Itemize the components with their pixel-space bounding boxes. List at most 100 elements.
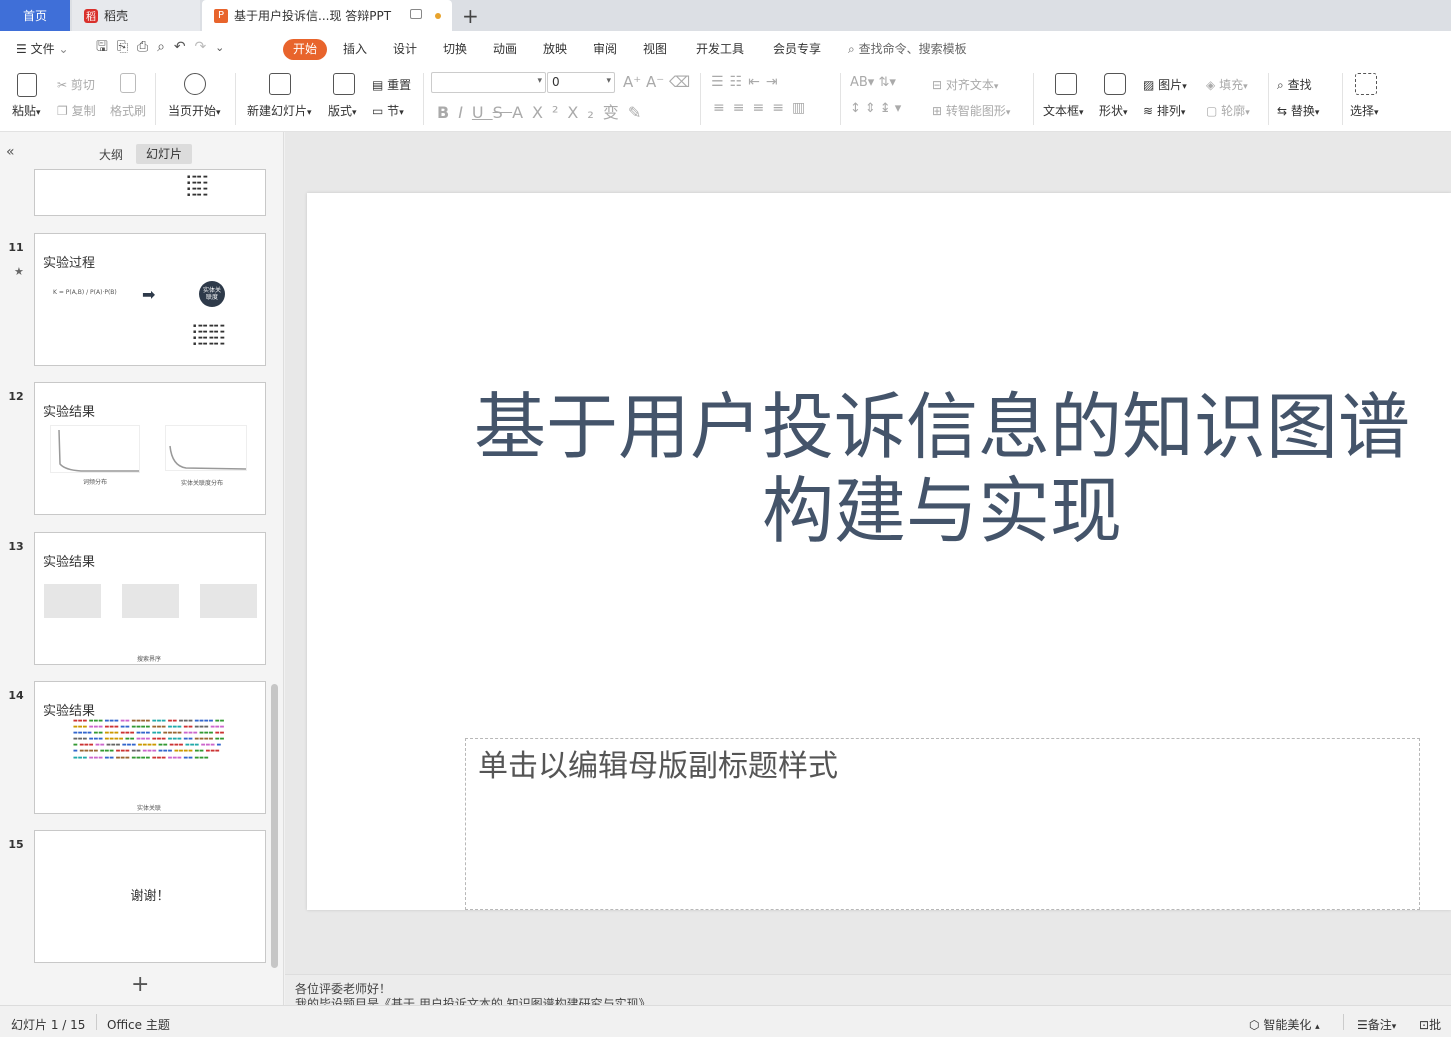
tab-animation[interactable]: 动画 (493, 41, 517, 57)
align-right-icon[interactable]: ≡ (752, 100, 772, 116)
picture-button[interactable]: ▨ 图片▾ (1143, 76, 1187, 93)
text-direction-icon[interactable]: AB▾ (850, 75, 874, 90)
tab-view[interactable]: 视图 (643, 41, 667, 57)
tab-daoke-label: 稻壳 (104, 9, 129, 23)
select-button[interactable]: 选择▾ (1350, 102, 1379, 119)
preview-icon[interactable]: ⌕ (157, 39, 165, 55)
underline-icon[interactable]: U (472, 103, 493, 122)
shape-button[interactable]: 形状▾ (1099, 102, 1128, 119)
slide-title-line: 构建与实现 (761, 469, 1122, 553)
tab-start[interactable]: 开始 (283, 39, 327, 60)
print-icon[interactable]: ⎙ (137, 39, 148, 55)
tab-design[interactable]: 设计 (393, 41, 417, 57)
slide-number: 14 (8, 689, 24, 702)
notes-toggle-button[interactable]: ☰备注▾ (1357, 1016, 1396, 1033)
add-slide-button[interactable]: + (131, 974, 149, 996)
tab-developer[interactable]: 开发工具 (696, 41, 744, 57)
tab-document[interactable]: P 基于用户投诉信...现 答辩PPT (202, 0, 452, 31)
smart-beautify-button[interactable]: ⬡ 智能美化 ▴ (1249, 1016, 1320, 1033)
start-from-current-button[interactable]: 当页开始▾ (168, 102, 221, 119)
italic-icon[interactable]: I (458, 103, 472, 122)
tab-insert[interactable]: 插入 (343, 41, 367, 57)
tab-review[interactable]: 审阅 (593, 41, 617, 57)
align-center-icon[interactable]: ≡ (733, 100, 753, 116)
thumb-center-text: 谢谢！ (130, 889, 170, 904)
strikethrough-icon[interactable]: S (493, 103, 512, 122)
save-icon[interactable]: 🖫 (96, 39, 108, 55)
subtitle-placeholder[interactable]: 单击以编辑母版副标题样式 (465, 738, 1420, 910)
find-button[interactable]: ⌕ 查找 (1277, 76, 1312, 93)
notes-pane[interactable]: 各位评委老师好！ 我的毕设题目是《基于 用户投诉文本的 知识图谱构建研究与实现》 (285, 974, 1451, 1005)
outline-tab[interactable]: 大纲 (99, 146, 123, 163)
reset-button[interactable]: ▤ 重置 (372, 76, 411, 93)
cut-button[interactable]: ✂ 剪切 (57, 76, 95, 93)
line-spacing-icon[interactable]: ↕ (850, 101, 865, 116)
format-painter-button[interactable]: 格式刷 (110, 102, 146, 119)
phonetic-icon[interactable]: 变 (603, 103, 628, 122)
paragraph-spacing-icon[interactable]: ⇕ (865, 101, 880, 116)
fill-button[interactable]: ◈ 填充▾ (1206, 76, 1248, 93)
eraser-icon[interactable]: ⌫ (669, 73, 690, 91)
distribute-icon[interactable]: ▥ (792, 100, 813, 116)
slide-title[interactable]: 基于用户投诉信息的知识图谱 构建与实现 (472, 385, 1412, 553)
textbox-button[interactable]: 文本框▾ (1043, 102, 1084, 119)
align-left-icon[interactable]: ≡ (713, 100, 733, 116)
export-icon[interactable]: ⎘ (117, 39, 128, 55)
undo-icon[interactable]: ↶ (174, 39, 186, 55)
paste-icon[interactable] (17, 73, 37, 97)
section-label: 节 (387, 104, 400, 118)
replace-button[interactable]: ⇆ 替换▾ (1277, 102, 1319, 119)
collapse-panel-icon[interactable]: « (6, 144, 15, 160)
tab-membership[interactable]: 会员专享 (773, 41, 821, 57)
panel-scrollbar[interactable] (271, 684, 278, 968)
subscript-icon[interactable]: X₂ (567, 103, 602, 122)
shrink-font-icon[interactable]: A⁻ (646, 73, 664, 91)
font-size-select[interactable]: 0 ▾ (547, 72, 615, 93)
paste-button[interactable]: 粘贴▾ (12, 102, 41, 119)
animation-star-icon: ★ (14, 265, 24, 278)
command-search[interactable]: ⌕ 查找命令、搜索模板 (848, 41, 967, 57)
file-menu[interactable]: ☰ 文件 ⌄ (16, 41, 69, 57)
arrange-button[interactable]: ≋ 排列▾ (1143, 102, 1185, 119)
comment-button[interactable]: ⊡批 (1419, 1016, 1451, 1033)
smartart-button[interactable]: ⊞ 转智能图形▾ (932, 102, 1010, 119)
justify-icon[interactable]: ≡ (772, 100, 792, 116)
customize-icon[interactable]: ⌄ (215, 41, 224, 54)
slide-number: 11 (8, 241, 24, 254)
slide-thumbnail[interactable]: 实验结果 搜索界序 (34, 532, 266, 665)
tab-home[interactable]: 首页 (0, 0, 70, 31)
indent-icon[interactable]: ⇥ (766, 74, 784, 90)
layout-button[interactable]: 版式▾ (328, 102, 357, 119)
numbered-list-icon[interactable]: ☷ (730, 74, 749, 90)
redo-icon[interactable]: ↷ (194, 39, 206, 55)
slide-thumbnail[interactable]: 实验结果 ▬▬▬ ▬▬▬ ▬▬▬ ▬▬ ▬▬▬▬ ▬▬▬ ▬▬ ▬▬▬ ▬▬▬▬… (34, 681, 266, 814)
slides-tab[interactable]: 幻灯片 (136, 144, 192, 164)
slide-thumbnail[interactable]: 实验结果 词频分布 实体关联度分布 (34, 382, 266, 515)
bullet-list-icon[interactable]: ☰ (711, 74, 730, 90)
slide-thumbnail[interactable]: 实验过程 K = P(A,B) / P(A)·P(B) ➡ 实体关联度 ▪ ▬▬… (34, 233, 266, 366)
superscript-icon[interactable]: X² (532, 103, 567, 122)
font-family-select[interactable]: ▾ (431, 72, 546, 93)
align-text-button[interactable]: ⊟ 对齐文本▾ (932, 76, 998, 93)
new-slide-button[interactable]: 新建幻灯片▾ (247, 102, 312, 119)
sort-icon[interactable]: ⇅▾ (878, 75, 895, 90)
slide-thumbnail[interactable]: 谢谢！ (34, 830, 266, 963)
tab-transition[interactable]: 切换 (443, 41, 467, 57)
tab-slideshow[interactable]: 放映 (543, 41, 567, 57)
outdent-icon[interactable]: ⇤ (748, 74, 766, 90)
section-button[interactable]: ▭ 节▾ (372, 102, 404, 119)
window-icon[interactable] (410, 9, 422, 19)
title-bar: 首页 稻 稻壳 P 基于用户投诉信...现 答辩PPT + (0, 0, 1451, 31)
slide-thumbnail[interactable]: ▪ ▬▬ ▬ ▪ ▬▬ ▬ ▪ ▬▬ ▬ ▪ ▬▬ ▬ (34, 169, 266, 216)
highlight-icon[interactable]: ✎ (628, 103, 650, 122)
font-color-icon[interactable]: A (512, 103, 532, 122)
spacing-options-icon[interactable]: ↨▾ (880, 101, 905, 116)
scissors-icon: ✂ (57, 78, 68, 92)
bold-icon[interactable]: B (437, 103, 458, 122)
outline-button[interactable]: ▢ 轮廓▾ (1206, 102, 1250, 119)
search-icon: ⌕ (848, 42, 855, 56)
tab-daoke[interactable]: 稻 稻壳 (72, 0, 200, 31)
copy-button[interactable]: ❐ 复制 (57, 102, 96, 119)
new-tab-button[interactable]: + (462, 4, 479, 28)
grow-font-icon[interactable]: A⁺ (623, 73, 641, 91)
